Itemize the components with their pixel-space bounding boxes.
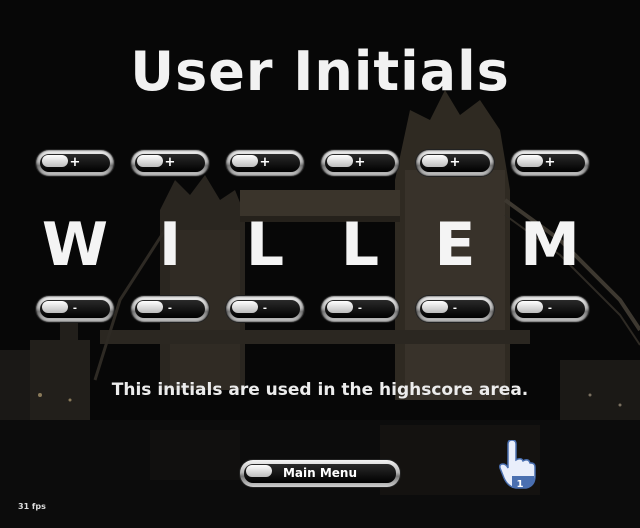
minus-icon: - <box>167 303 173 314</box>
plus-icon: + <box>449 155 461 170</box>
page-title: User Initials <box>130 40 510 103</box>
initial-letter-3: L <box>245 210 285 280</box>
increment-initial-6-button[interactable]: + <box>511 150 589 176</box>
decrement-initial-2-button[interactable]: - <box>131 296 209 322</box>
minus-icon: - <box>357 303 363 314</box>
initial-letter-2: I <box>158 210 182 280</box>
minus-icon: - <box>262 303 268 314</box>
initial-letter-1: W <box>41 210 109 280</box>
increment-initial-2-button[interactable]: + <box>131 150 209 176</box>
minus-icon: - <box>72 303 78 314</box>
minus-icon: - <box>547 303 553 314</box>
plus-icon: + <box>69 155 81 170</box>
decrement-initial-3-button[interactable]: - <box>226 296 304 322</box>
plus-icon: + <box>354 155 366 170</box>
minus-icon: - <box>452 303 458 314</box>
decrement-initial-6-button[interactable]: - <box>511 296 589 322</box>
plus-icon: + <box>164 155 176 170</box>
cursor-player-number: 1 <box>517 479 524 490</box>
main-menu-label: Main Menu <box>282 466 358 480</box>
fps-counter: 31 fps <box>18 502 46 511</box>
initial-letter-4: L <box>340 210 380 280</box>
initial-letter-6: M <box>520 210 580 280</box>
hand-pointer-cursor-icon: 1 <box>499 440 536 490</box>
plus-icon: + <box>259 155 271 170</box>
initial-letter-5: E <box>434 210 476 280</box>
increment-initial-4-button[interactable]: + <box>321 150 399 176</box>
decrement-initial-1-button[interactable]: - <box>36 296 114 322</box>
plus-icon: + <box>544 155 556 170</box>
increment-initial-1-button[interactable]: + <box>36 150 114 176</box>
main-menu-button[interactable]: Main Menu <box>240 460 400 487</box>
decrement-initial-5-button[interactable]: - <box>416 296 494 322</box>
increment-initial-5-button[interactable]: + <box>416 150 494 176</box>
increment-initial-3-button[interactable]: + <box>226 150 304 176</box>
info-text: This initials are used in the highscore … <box>111 380 529 400</box>
user-initials-screen: User Initials + + + + + + W I L L E M - … <box>0 0 640 528</box>
decrement-initial-4-button[interactable]: - <box>321 296 399 322</box>
